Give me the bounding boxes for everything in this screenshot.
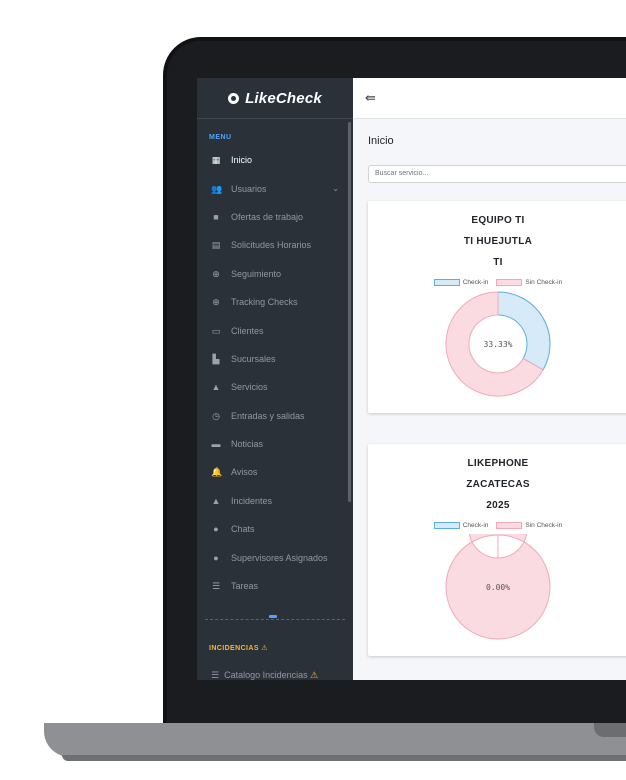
card-title-line: TI HUEJUTLA — [463, 236, 533, 247]
page-title: Inicio — [368, 135, 394, 147]
card-title-line: EQUIPO TI — [471, 215, 525, 226]
card-title-line: TI — [493, 257, 503, 268]
legend-item-checkin[interactable]: Check-in — [433, 522, 489, 529]
legend-swatch — [433, 522, 460, 529]
search-input[interactable]: Buscar servicio... — [368, 165, 626, 183]
legend-label: Check-in — [462, 279, 489, 286]
checkin-donut-chart: 0.00% — [445, 534, 551, 640]
service-card: EQUIPO TI TI HUEJUTLA TI Check-in Sin Check-… — [368, 201, 626, 413]
card-title-line: LIKEPHONE — [467, 458, 529, 469]
legend-label: Sin Check-in — [525, 279, 563, 286]
chart-legend: Check-in Sin Check-in — [368, 279, 626, 286]
checkin-donut-chart: 33.33% — [445, 291, 551, 397]
legend-swatch — [496, 522, 523, 529]
legend-item-sin-checkin[interactable]: Sin Check-in — [496, 279, 562, 286]
legend-swatch — [433, 279, 460, 286]
main-content: Inicio Buscar servicio... EQUIPO TI TI HU… — [197, 78, 626, 680]
card-title-line: ZACATECAS — [466, 479, 530, 490]
legend-item-checkin[interactable]: Check-in — [433, 279, 489, 286]
service-card: LIKEPHONE ZACATECAS 2025 Check-in Sin Check-… — [368, 444, 626, 656]
laptop-base — [44, 723, 626, 757]
donut-center-label: 0.00% — [486, 583, 510, 592]
legend-item-sin-checkin[interactable]: Sin Check-in — [496, 522, 562, 529]
donut-center-label: 33.33% — [484, 340, 513, 349]
donut-slice-checkin[interactable] — [497, 291, 551, 371]
legend-label: Check-in — [462, 522, 489, 529]
laptop-base-shadow — [62, 755, 626, 761]
legend-swatch — [496, 279, 523, 286]
legend-label: Sin Check-in — [525, 522, 563, 529]
card-title-line: 2025 — [486, 500, 510, 511]
chart-legend: Check-in Sin Check-in — [368, 522, 626, 529]
laptop-base-notch — [594, 723, 626, 737]
